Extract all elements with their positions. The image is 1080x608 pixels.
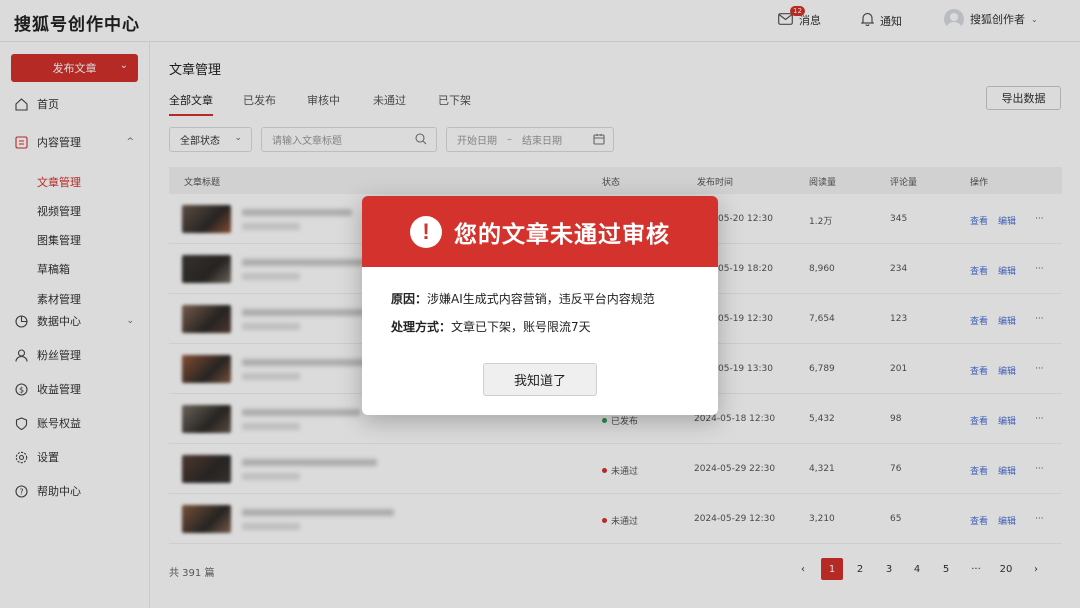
dialog-header: ! 您的文章未通过审核 <box>362 196 718 267</box>
review-rejected-dialog: ! 您的文章未通过审核 原因：涉嫌AI生成式内容营销，违反平台内容规范 处理方式… <box>362 196 718 415</box>
reason-label: 原因： <box>391 292 428 306</box>
rejection-reason: 原因：涉嫌AI生成式内容营销，违反平台内容规范 <box>391 290 655 307</box>
exclamation-icon: ! <box>410 215 442 248</box>
acknowledge-button[interactable]: 我知道了 <box>483 363 597 396</box>
action-text: 文章已下架，账号限流7天 <box>451 320 591 334</box>
reason-text: 涉嫌AI生成式内容营销，违反平台内容规范 <box>427 292 655 306</box>
dialog-title: 您的文章未通过审核 <box>454 221 670 248</box>
action-label: 处理方式： <box>391 320 452 334</box>
handling-method: 处理方式：文章已下架，账号限流7天 <box>391 318 591 335</box>
page: 搜狐号创作中心 12 消息 通知 搜狐创作者 ⌄ 发布文章 ⌄ 首页 内容管理 … <box>0 0 1080 608</box>
